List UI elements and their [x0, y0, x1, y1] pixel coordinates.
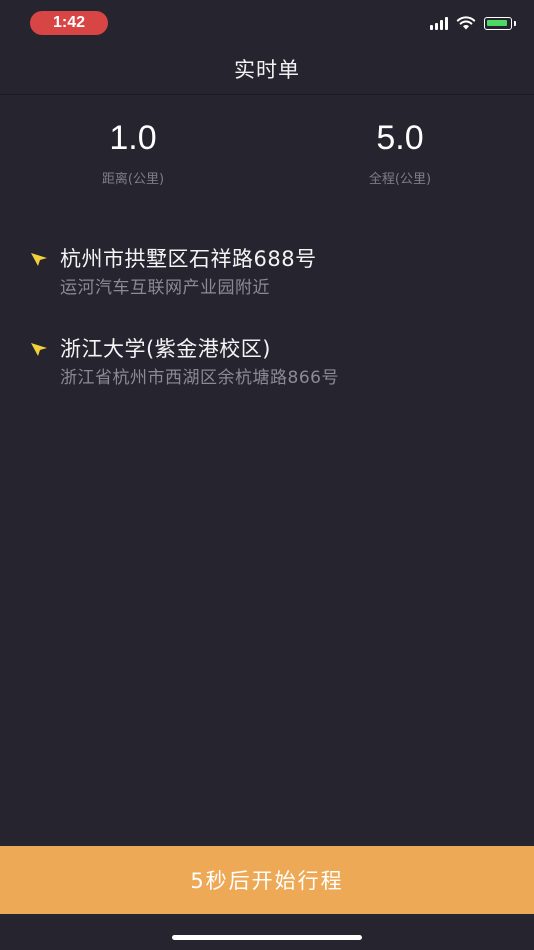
start-address: 杭州市拱墅区石祥路688号	[60, 247, 317, 271]
wifi-icon	[456, 16, 476, 30]
end-address-detail: 浙江省杭州市西湖区余杭塘路866号	[60, 368, 339, 388]
start-address-detail: 运河汽车互联网产业园附近	[60, 278, 270, 298]
total-distance-stat: 5.0 全程(公里)	[300, 118, 500, 187]
end-address: 浙江大学(紫金港校区)	[60, 337, 271, 361]
status-bar: 1:42	[0, 0, 534, 44]
total-distance-label: 全程(公里)	[368, 172, 432, 187]
status-time: 1:42	[30, 11, 108, 35]
location-pin-icon	[31, 253, 47, 266]
distance-value: 1.0	[109, 119, 157, 157]
signal-icon	[430, 16, 448, 30]
route-end: 浙江大学(紫金港校区) 浙江省杭州市西湖区余杭塘路866号	[30, 334, 510, 392]
location-pin-icon	[31, 343, 47, 356]
home-indicator[interactable]	[172, 935, 362, 940]
distance-stat: 1.0 距离(公里)	[33, 118, 233, 187]
start-trip-button[interactable]: 5秒后开始行程	[0, 846, 534, 914]
nav-bar: 实时单	[0, 44, 534, 95]
total-distance-value: 5.0	[376, 119, 424, 157]
status-icons	[430, 16, 516, 30]
distance-label: 距离(公里)	[101, 172, 165, 187]
trip-stats: 1.0 距离(公里) 5.0 全程(公里)	[0, 118, 534, 198]
battery-charging-icon	[484, 16, 516, 30]
route-start: 杭州市拱墅区石祥路688号 运河汽车互联网产业园附近	[30, 244, 510, 302]
page-title: 实时单	[234, 58, 300, 82]
